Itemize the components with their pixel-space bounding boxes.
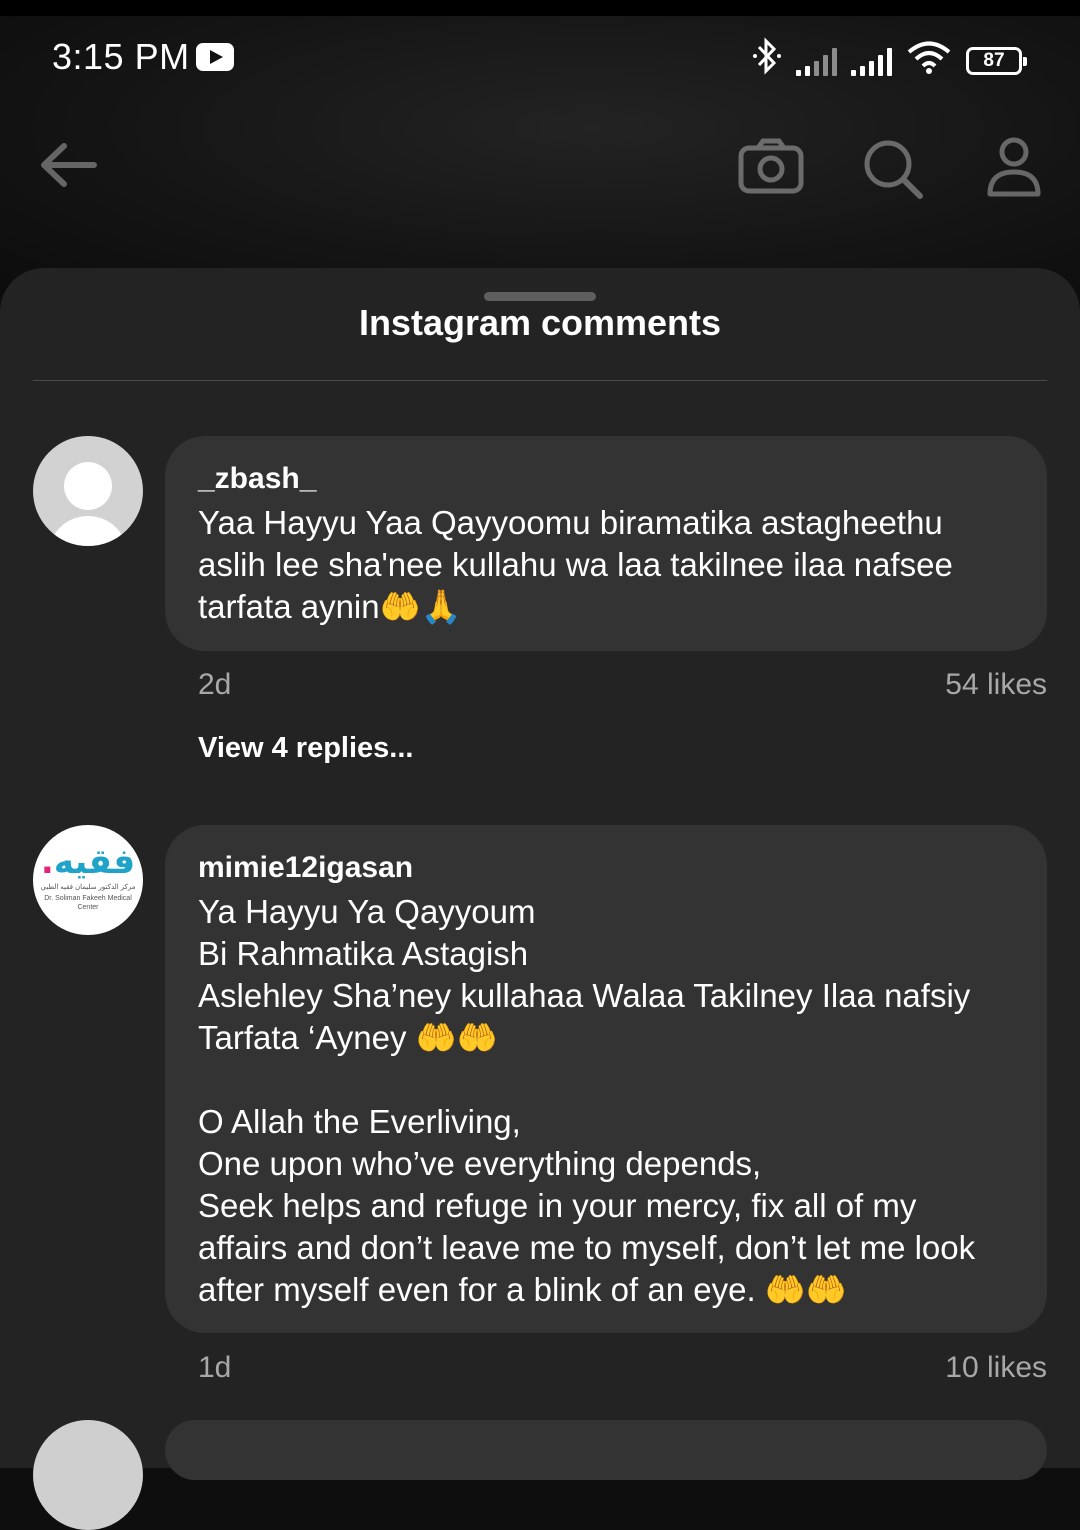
sheet-drag-handle[interactable] [484, 292, 596, 301]
back-arrow-icon [38, 140, 98, 195]
avatar[interactable] [33, 1420, 143, 1530]
comment-bubble [165, 1420, 1047, 1480]
camera-icon [738, 138, 804, 199]
comment-likes[interactable]: 10 likes [945, 1351, 1047, 1385]
comment-text: Ya Hayyu Ya Qayyoum Bi Rahmatika Astagis… [198, 893, 976, 1308]
view-replies-button[interactable]: View 4 replies... [198, 732, 413, 765]
comment-meta: 1d 10 likes [198, 1351, 1047, 1385]
signal-icon [796, 46, 837, 76]
comment-username[interactable]: _zbash_ [198, 462, 1014, 496]
default-avatar-icon [64, 462, 112, 510]
comment-meta: 2d 54 likes [198, 668, 1047, 702]
avatar-logo-text: .فقيه [40, 842, 136, 882]
battery-icon: 87 [966, 46, 1027, 75]
avatar[interactable]: .فقيه مركز الدكتور سليمان فقيه الطبي Dr.… [33, 825, 143, 935]
comment-text: Yaa Hayyu Yaa Qayyoomu biramatika astagh… [198, 504, 962, 625]
status-icons: 87 [752, 36, 1027, 85]
background-toolbar [0, 120, 1080, 220]
profile-icon [986, 136, 1042, 205]
divider [33, 380, 1047, 381]
comment-bubble: mimie12igasan Ya Hayyu Ya Qayyoum Bi Rah… [165, 825, 1047, 1333]
comment-age: 2d [198, 668, 232, 701]
sheet-title: Instagram comments [358, 302, 722, 343]
search-icon [862, 138, 924, 205]
comment-username[interactable]: mimie12igasan [198, 851, 1014, 885]
bluetooth-icon [752, 36, 782, 85]
status-time: 3:15 PM [52, 36, 190, 77]
status-bar: 3:15 PM 87 [0, 16, 1080, 96]
comment-bubble: _zbash_ Yaa Hayyu Yaa Qayyoomu biramatik… [165, 436, 1047, 651]
avatar-logo-subtitle-ar: مركز الدكتور سليمان فقيه الطبي [40, 884, 136, 891]
wifi-icon [906, 41, 952, 80]
comment-age: 1d [198, 1351, 232, 1384]
avatar-logo-subtitle-en: Dr. Soliman Fakeeh Medical Center [44, 895, 132, 911]
top-strip [0, 0, 1080, 16]
comment-likes[interactable]: 54 likes [945, 668, 1047, 702]
signal-icon [851, 46, 892, 76]
youtube-icon [196, 43, 234, 71]
avatar[interactable] [33, 436, 143, 546]
